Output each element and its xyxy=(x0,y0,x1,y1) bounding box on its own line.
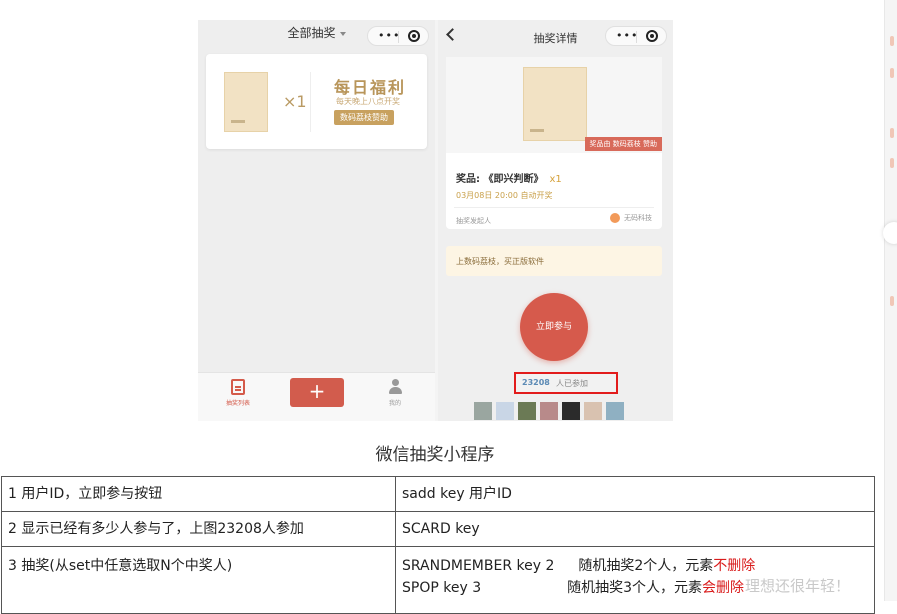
capsule-divider xyxy=(636,31,637,43)
prize-name-text: 奖品: 《即兴判断》 xyxy=(456,174,544,185)
command-line: SRANDMEMBER key 2 随机抽奖2个人，元素不删除 xyxy=(402,555,868,577)
floating-action-dot[interactable] xyxy=(883,222,897,244)
prize-name: 奖品: 《即兴判断》 x1 xyxy=(456,170,562,185)
mini-program-screenshot: 全部抽奖 ••• ×1 每日福利 每天晚上八点开奖 数码荔枝赞助 抽奖列表 + xyxy=(198,20,673,421)
command-highlight: 不删除 xyxy=(713,558,756,574)
command-text: SPOP key 3 xyxy=(402,580,482,596)
initiator-label: 抽奖发起人 xyxy=(456,217,491,225)
avatar xyxy=(474,402,492,420)
prize-sponsor-banner: 奖品由 数码荔枝 赞助 xyxy=(584,137,662,151)
table-cell: 3 抽奖(从set中任意选取N个中奖人) xyxy=(1,546,396,614)
join-now-button[interactable]: 立即参与 xyxy=(520,293,588,361)
gutter-marker xyxy=(890,68,894,78)
table-row: 1 用户ID，立即参与按钮 sadd key 用户ID xyxy=(1,476,875,512)
org-name: 无码科技 xyxy=(624,214,652,222)
card-divider xyxy=(310,72,311,132)
capsule-menu[interactable]: ••• xyxy=(605,26,667,46)
promo-notice[interactable]: 上数码荔枝，买正版软件 xyxy=(446,246,662,276)
avatar xyxy=(562,402,580,420)
close-target-icon[interactable] xyxy=(408,30,420,42)
sponsor-badge: 数码荔枝赞助 xyxy=(334,110,394,125)
org-logo-icon xyxy=(610,213,620,223)
gutter-marker xyxy=(890,128,894,138)
right-phone-detail-view: 抽奖详情 ••• 奖品由 数码荔枝 赞助 奖品: 《即兴判断》 x1 03月08日… xyxy=(438,20,673,421)
table-cell: 2 显示已经有多少人参与了，上图23208人参加 xyxy=(1,511,396,547)
table-row: 2 显示已经有多少人参与了，上图23208人参加 SCARD key xyxy=(1,511,875,547)
tab-lottery-list-label: 抽奖列表 xyxy=(225,400,250,407)
participants-label: 人已参加 xyxy=(556,379,588,388)
table-cell: SCARD key xyxy=(395,511,875,547)
command-desc: 随机抽奖3个人，元素 xyxy=(567,580,703,596)
right-top-bar: 抽奖详情 ••• xyxy=(438,20,673,54)
draw-time: 03月08日 20:00 自动开奖 xyxy=(456,191,553,200)
daily-benefit-title: 每日福利 xyxy=(334,78,407,97)
tab-lottery-list[interactable]: 抽奖列表 xyxy=(218,379,258,407)
daily-benefit-subtitle: 每天晚上八点开奖 xyxy=(336,97,400,106)
left-title: 全部抽奖 xyxy=(287,26,336,40)
watermark: 理想还很年轻！ xyxy=(745,577,851,595)
command-text: SRANDMEMBER key 2 xyxy=(402,558,555,574)
gutter-marker xyxy=(890,296,894,306)
prize-card: 奖品由 数码荔枝 赞助 奖品: 《即兴判断》 x1 03月08日 20:00 自动… xyxy=(446,57,662,229)
table-cell: sadd key 用户ID xyxy=(395,476,875,512)
list-icon xyxy=(231,379,245,395)
redis-set-table: 1 用户ID，立即参与按钮 sadd key 用户ID 2 显示已经有多少人参与… xyxy=(1,476,875,614)
prize-card-divider xyxy=(454,207,654,208)
tab-me-label: 我的 xyxy=(388,400,401,407)
tab-me[interactable]: 我的 xyxy=(385,379,405,407)
command-desc: 随机抽奖2个人，元素 xyxy=(578,558,714,574)
gutter-marker xyxy=(890,158,894,168)
chevron-down-icon xyxy=(339,31,346,36)
book-cover-image xyxy=(224,72,268,132)
figure-caption: 微信抽奖小程序 xyxy=(375,445,495,465)
command-highlight: 会删除 xyxy=(702,580,745,596)
gutter-marker xyxy=(890,36,894,46)
participants-count-highlight: 23208 人已参加 xyxy=(514,372,618,394)
prize-quantity: x1 xyxy=(549,174,562,185)
promo-notice-text: 上数码荔枝，买正版软件 xyxy=(456,257,544,266)
avatar xyxy=(518,402,536,420)
capsule-menu[interactable]: ••• xyxy=(367,26,429,46)
close-target-icon[interactable] xyxy=(646,30,658,42)
avatar xyxy=(496,402,514,420)
quantity-label: ×1 xyxy=(283,92,307,111)
left-top-bar: 全部抽奖 ••• xyxy=(198,20,435,54)
user-icon xyxy=(389,379,402,395)
left-phone-list-view: 全部抽奖 ••• ×1 每日福利 每天晚上八点开奖 数码荔枝赞助 抽奖列表 + xyxy=(198,20,435,421)
table-cell: 1 用户ID，立即参与按钮 xyxy=(1,476,396,512)
capsule-divider xyxy=(398,31,399,43)
avatar xyxy=(540,402,558,420)
table-row: 3 抽奖(从set中任意选取N个中奖人) SRANDMEMBER key 2 随机… xyxy=(1,546,875,614)
avatar xyxy=(584,402,602,420)
bottom-tab-bar: 抽奖列表 + 我的 xyxy=(198,372,435,421)
avatar xyxy=(606,402,624,420)
book-cover-image xyxy=(523,67,587,141)
initiator-org[interactable]: 无码科技 xyxy=(610,213,652,223)
participants-count: 23208 xyxy=(522,378,550,387)
lottery-card[interactable]: ×1 每日福利 每天晚上八点开奖 数码荔枝赞助 xyxy=(206,54,427,149)
create-lottery-button[interactable]: + xyxy=(290,378,344,407)
right-scroll-gutter xyxy=(883,0,897,601)
